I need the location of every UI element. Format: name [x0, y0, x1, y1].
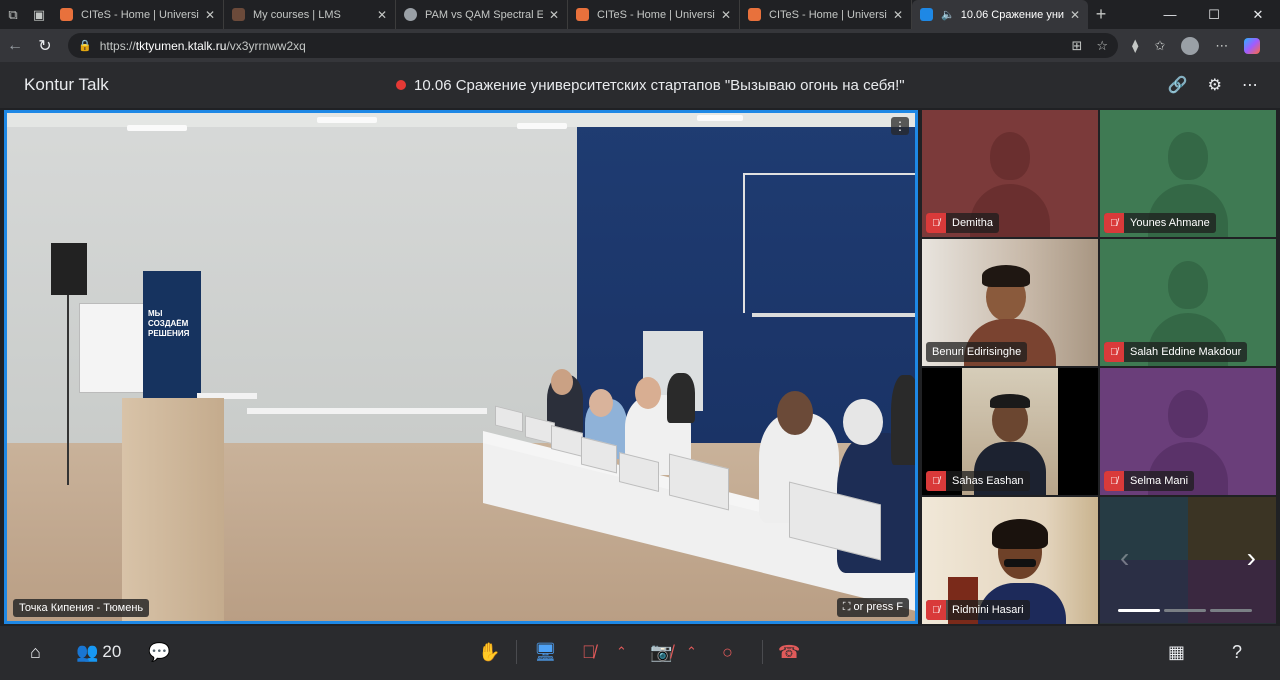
browser-tab-active[interactable]: 🔈 10.06 Сражение универ ✕: [912, 0, 1088, 29]
mic-muted-icon: 🎙̸: [926, 471, 946, 491]
close-tab-icon[interactable]: ✕: [205, 8, 215, 22]
tab-favicon-icon: [404, 8, 417, 21]
participant-tile[interactable]: 🎙̸ Ridmini Hasari: [922, 497, 1098, 624]
meeting-control-bar: ⌂ 👥 20 💬 ✋ 🖥 🎙̸ ⌃ 📷̸ ⌃ ○ ☎ ▦ ?: [0, 626, 1280, 680]
camera-options-chevron-icon[interactable]: ⌃: [686, 638, 697, 666]
screen-share-icon[interactable]: 🖥: [534, 638, 557, 666]
main-video-stage[interactable]: МЫ СОЗДАЁМ РЕШЕНИЯ ⋮ Точка Кипения - Тюм…: [4, 110, 918, 624]
stage-participant-label: Точка Кипения - Тюмень: [13, 599, 150, 617]
back-icon[interactable]: ←: [0, 37, 30, 55]
participant-name: Selma Mani: [1130, 475, 1189, 487]
browser-tab[interactable]: CITeS - Home | University o ✕: [568, 0, 740, 29]
chat-icon[interactable]: 💬: [148, 638, 170, 666]
close-tab-icon[interactable]: ✕: [377, 8, 387, 22]
meeting-title: 10.06 Сражение университетских стартапов…: [396, 62, 905, 108]
close-tab-icon[interactable]: ✕: [893, 8, 903, 22]
profile-avatar[interactable]: [1181, 36, 1200, 55]
participant-name: Younes Ahmane: [1130, 217, 1210, 229]
tab-favicon-icon: [576, 8, 589, 21]
favorite-star-icon[interactable]: ☆: [1096, 38, 1108, 54]
settings-more-icon[interactable]: ⋯: [1215, 38, 1228, 54]
participants-button[interactable]: 👥 20: [76, 638, 121, 666]
previous-page-icon[interactable]: ‹: [1120, 542, 1129, 574]
mic-muted-icon: 🎙̸: [1104, 471, 1124, 491]
maximize-icon[interactable]: ☐: [1192, 7, 1236, 23]
conference-room-video: МЫ СОЗДАЁМ РЕШЕНИЯ: [7, 113, 915, 621]
participant-tile[interactable]: 🎙̸ Younes Ahmane: [1100, 110, 1276, 237]
minimize-icon[interactable]: —: [1148, 7, 1192, 23]
close-tab-icon[interactable]: ✕: [721, 8, 731, 22]
tab-favicon-icon: [748, 8, 761, 21]
copilot-icon[interactable]: [1244, 37, 1261, 54]
raise-hand-icon[interactable]: ✋: [478, 638, 500, 666]
copy-link-icon[interactable]: 🔗: [1168, 75, 1188, 95]
layout-toggle-icon[interactable]: ▦: [1168, 638, 1185, 666]
close-window-icon[interactable]: ✕: [1236, 7, 1280, 23]
participant-name: Ridmini Hasari: [952, 604, 1024, 616]
tab-actions-icon[interactable]: ▣: [26, 0, 52, 29]
mic-muted-icon: 🎙̸: [926, 600, 946, 620]
leave-call-button[interactable]: ☎: [778, 638, 800, 666]
audio-playing-icon[interactable]: 🔈: [941, 8, 955, 21]
participant-name: Benuri Edirisinghe: [932, 346, 1022, 358]
participant-tile[interactable]: 🎙̸ Sahas Eashan: [922, 368, 1098, 495]
browser-tab-bar: ⧉ ▣ CITeS - Home | University o ✕ My cou…: [0, 0, 1280, 29]
mic-muted-icon: 🎙̸: [1104, 213, 1124, 233]
browser-tab[interactable]: My courses | LMS ✕: [224, 0, 396, 29]
mic-muted-icon: 🎙̸: [1104, 342, 1124, 362]
participants-count: 20: [102, 642, 122, 661]
tab-favicon-icon: [232, 8, 245, 21]
close-tab-icon[interactable]: ✕: [549, 8, 559, 22]
people-icon: 👥: [76, 641, 99, 662]
participant-name: Sahas Eashan: [952, 475, 1024, 487]
page-indicator: [1118, 609, 1252, 612]
browser-tab[interactable]: PAM vs QAM Spectral Effici ✕: [396, 0, 568, 29]
more-options-icon[interactable]: ⋯: [1242, 75, 1258, 95]
participant-name: Demitha: [952, 217, 993, 229]
record-button[interactable]: ○: [722, 638, 733, 666]
mic-muted-icon: 🎙̸: [926, 213, 946, 233]
workspaces-icon[interactable]: ⧉: [0, 0, 26, 29]
camera-off-button[interactable]: 📷̸: [650, 638, 672, 666]
next-page-icon[interactable]: ›: [1247, 542, 1256, 574]
site-info-icon[interactable]: 🔒: [78, 39, 92, 52]
reload-icon[interactable]: ↻: [30, 36, 60, 56]
podium: [122, 398, 224, 621]
banner: МЫ СОЗДАЁМ РЕШЕНИЯ: [143, 271, 201, 401]
participant-tile[interactable]: 🎙̸ Salah Eddine Makdour: [1100, 239, 1276, 366]
address-toolbar: ← ↻ 🔒 https://tktyumen.ktalk.ru/vx3yrrnw…: [0, 29, 1280, 62]
stage-menu-icon[interactable]: ⋮: [891, 117, 909, 135]
address-input[interactable]: 🔒 https://tktyumen.ktalk.ru/vx3yrrnww2xq…: [68, 33, 1118, 58]
app-brand: Kontur Talk: [24, 75, 109, 94]
browser-tab[interactable]: CITeS - Home | University o ✕: [740, 0, 912, 29]
participant-tile[interactable]: Benuri Edirisinghe: [922, 239, 1098, 366]
new-tab-button[interactable]: +: [1088, 4, 1114, 25]
fullscreen-icon: ⛶: [842, 601, 851, 613]
microphone-muted-button[interactable]: 🎙̸: [582, 638, 596, 666]
mic-options-chevron-icon[interactable]: ⌃: [616, 638, 627, 666]
settings-gear-icon[interactable]: ⚙: [1208, 75, 1222, 95]
tab-favicon-icon: [60, 8, 73, 21]
close-tab-icon[interactable]: ✕: [1070, 8, 1080, 22]
participant-tile[interactable]: 🎙̸ Selma Mani: [1100, 368, 1276, 495]
extensions-icon[interactable]: ⧫: [1132, 38, 1138, 54]
speaker-stand: [51, 243, 87, 295]
app-header: Kontur Talk 10.06 Сражение университетск…: [0, 62, 1280, 108]
participant-tile[interactable]: 🎙̸ Demitha: [922, 110, 1098, 237]
app-available-icon[interactable]: ⊞: [1071, 38, 1082, 54]
fullscreen-hint[interactable]: ⛶ or press F: [836, 598, 909, 617]
more-participants-tile[interactable]: ‹ ›: [1100, 497, 1276, 624]
browser-tab[interactable]: CITeS - Home | University o ✕: [52, 0, 224, 29]
camera-favicon-icon: [920, 8, 933, 21]
apps-shapes-icon[interactable]: ⌂: [30, 638, 41, 666]
favorites-icon[interactable]: ✩: [1154, 38, 1165, 54]
help-icon[interactable]: ?: [1232, 638, 1242, 666]
recording-indicator-icon: [396, 80, 406, 90]
participant-name: Salah Eddine Makdour: [1130, 346, 1242, 358]
